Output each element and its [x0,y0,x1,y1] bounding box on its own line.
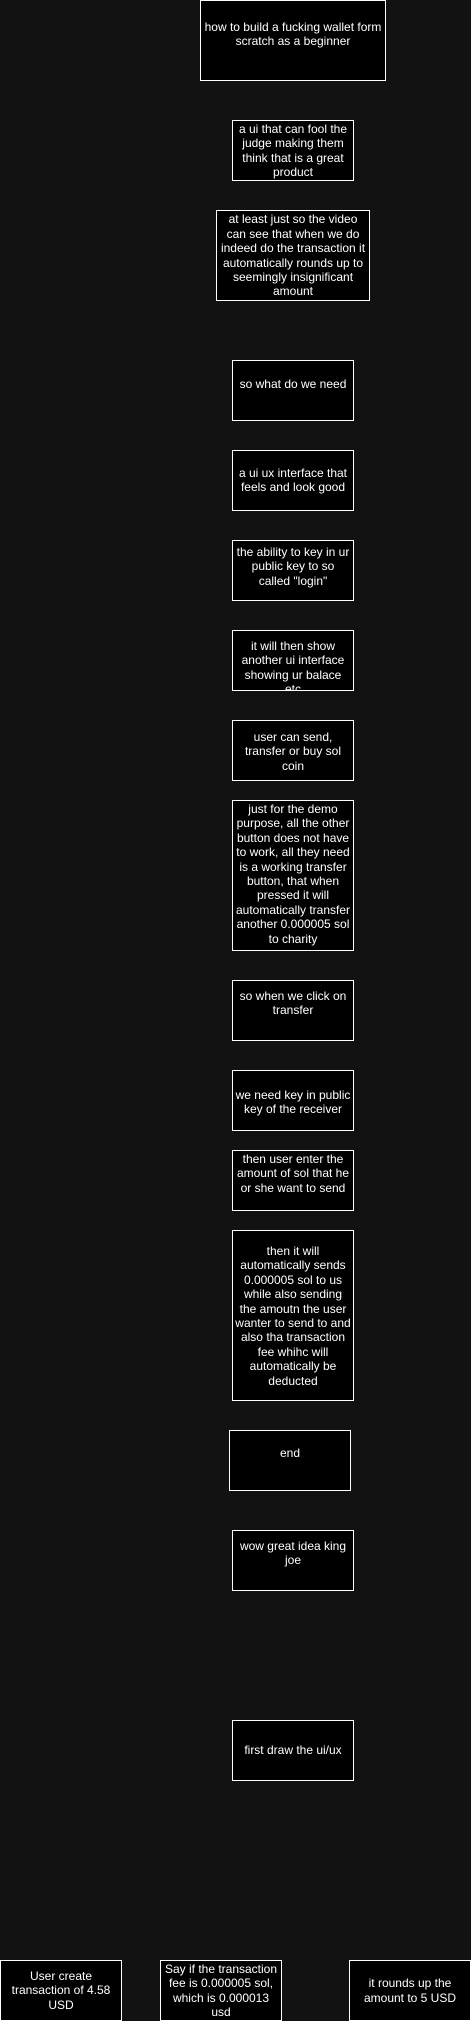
node-first-draw[interactable]: first draw the ui/ux [232,1720,354,1781]
node-balance[interactable]: it will then show another ui interface s… [232,630,354,691]
node-what-we-need[interactable]: so what do we need [232,360,354,421]
node-ui-ux[interactable]: a ui ux interface that feels and look go… [232,450,354,511]
node-demo-purpose[interactable]: just for the demo purpose, all the other… [232,800,354,951]
node-rounds-up[interactable]: at least just so the video can see that … [216,210,370,301]
node-rounds-five[interactable]: it rounds up the amount to 5 USD [349,1960,471,2021]
node-click-transfer[interactable]: so when we click on transfer [232,980,354,1041]
node-title-text: how to build a fucking wallet form scrat… [204,20,382,49]
node-login-text: the ability to key in ur public key to s… [236,545,350,588]
node-say-fee-text: Say if the transaction fee is 0.000005 s… [164,1961,278,2019]
node-title[interactable]: how to build a fucking wallet form scrat… [200,0,386,81]
node-send-transfer[interactable]: user can send, transfer or buy sol coin [232,720,354,781]
node-auto-send[interactable]: then it will automatically sends 0.00000… [232,1230,354,1401]
node-first-draw-text: first draw the ui/ux [244,1743,342,1758]
node-say-fee[interactable]: Say if the transaction fee is 0.000005 s… [160,1960,282,2021]
node-end-text: end [279,1446,301,1460]
node-fool-judge-text: a ui that can fool the judge making them… [238,122,348,180]
node-user-create[interactable]: User create transaction of 4.58 USD [0,1960,122,2021]
node-send-transfer-text: user can send, transfer or buy sol coin [244,730,342,773]
node-login[interactable]: the ability to key in ur public key to s… [232,540,354,601]
node-great-idea[interactable]: wow great idea king joe [232,1530,354,1591]
node-rounds-up-text: at least just so the video can see that … [220,212,366,299]
node-great-idea-text: wow great idea king joe [239,1539,347,1568]
node-ui-ux-text: a ui ux interface that feels and look go… [238,466,348,495]
node-receiver-key[interactable]: we need key in public key of the receive… [232,1070,354,1131]
node-what-we-need-text: so what do we need [239,377,347,391]
node-balance-text: it will then show another ui interface s… [241,639,345,691]
node-user-create-text: User create transaction of 4.58 USD [11,1968,111,2012]
node-fool-judge[interactable]: a ui that can fool the judge making them… [232,120,354,181]
node-receiver-key-text: we need key in public key of the receive… [235,1088,351,1117]
node-enter-amount-text: then user enter the amount of sol that h… [236,1152,350,1195]
node-auto-send-text: then it will automatically sends 0.00000… [235,1244,351,1388]
node-end[interactable]: end [229,1430,351,1491]
node-enter-amount[interactable]: then user enter the amount of sol that h… [232,1150,354,1211]
node-demo-purpose-text: just for the demo purpose, all the other… [235,802,351,946]
node-click-transfer-text: so when we click on transfer [239,989,347,1018]
node-rounds-five-text: it rounds up the amount to 5 USD [363,1976,457,2005]
